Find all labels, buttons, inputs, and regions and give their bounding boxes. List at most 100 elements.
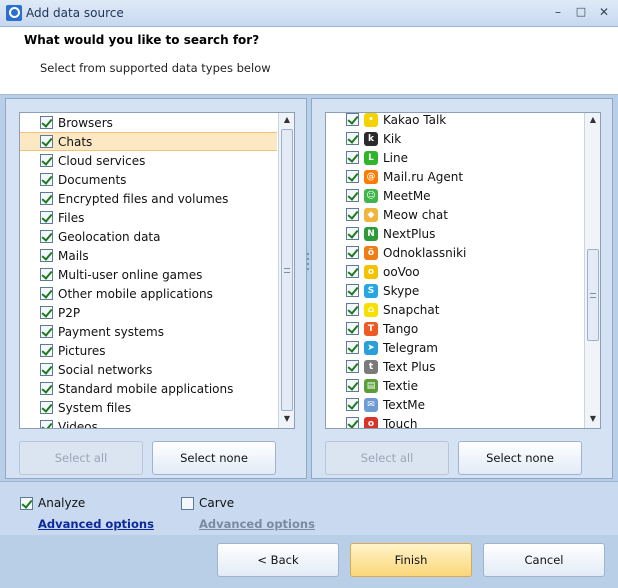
list-item[interactable]: o ooVoo — [326, 262, 583, 281]
item-checkbox[interactable] — [346, 284, 359, 297]
item-checkbox[interactable] — [40, 363, 53, 376]
list-item[interactable]: Videos — [20, 417, 277, 428]
list-item[interactable]: • Kakao Talk — [326, 113, 583, 129]
item-checkbox[interactable] — [346, 189, 359, 202]
tango-icon: T — [364, 321, 378, 336]
minimize-button[interactable]: – — [549, 4, 567, 20]
list-item[interactable]: N NextPlus — [326, 224, 583, 243]
list-item[interactable]: Mails — [20, 246, 277, 265]
applications-list[interactable]: o Touch ✉ TextMe ▤ Textie t Text Plus ➤ Telegram T… — [325, 112, 601, 429]
scroll-up-arrow-icon[interactable]: ▲ — [585, 113, 600, 127]
item-label: Multi-user online games — [58, 267, 203, 282]
list-item[interactable]: ✉ TextMe — [326, 395, 583, 414]
item-checkbox[interactable] — [346, 132, 359, 145]
cancel-button[interactable]: Cancel — [483, 543, 605, 577]
item-checkbox[interactable] — [346, 341, 359, 354]
maximize-button[interactable]: □ — [572, 4, 590, 20]
list-item[interactable]: P2P — [20, 303, 277, 322]
list-item[interactable]: ö Odnoklassniki — [326, 243, 583, 262]
item-checkbox[interactable] — [346, 265, 359, 278]
list-item[interactable]: ◆ Meow chat — [326, 205, 583, 224]
data-types-list[interactable]: Videos System files Standard mobile applic… — [19, 112, 295, 429]
list-item[interactable]: Multi-user online games — [20, 265, 277, 284]
select-all-apps-button[interactable]: Select all — [325, 441, 449, 475]
carve-label: Carve — [199, 496, 235, 510]
item-checkbox[interactable] — [346, 398, 359, 411]
item-checkbox[interactable] — [40, 173, 53, 186]
textme-icon: ✉ — [364, 397, 378, 412]
analyze-option[interactable]: Analyze — [20, 496, 85, 510]
list-item[interactable]: Chats — [20, 132, 277, 151]
item-checkbox[interactable] — [40, 382, 53, 395]
list-item[interactable]: S Skype — [326, 281, 583, 300]
list-item[interactable]: o Touch — [326, 414, 583, 428]
list-item[interactable]: Social networks — [20, 360, 277, 379]
select-none-apps-button[interactable]: Select none — [458, 441, 582, 475]
select-all-button[interactable]: Select all — [19, 441, 143, 475]
carve-checkbox[interactable] — [181, 496, 194, 510]
carve-option[interactable]: Carve — [181, 496, 234, 510]
list-item[interactable]: Geolocation data — [20, 227, 277, 246]
back-button[interactable]: < Back — [217, 543, 339, 577]
analyze-checkbox[interactable] — [20, 496, 33, 510]
list-item[interactable]: ➤ Telegram — [326, 338, 583, 357]
item-checkbox[interactable] — [40, 135, 53, 148]
list-item[interactable]: @ Mail.ru Agent — [326, 167, 583, 186]
item-checkbox[interactable] — [346, 113, 359, 126]
list-item[interactable]: Files — [20, 208, 277, 227]
item-checkbox[interactable] — [40, 325, 53, 338]
scroll-up-arrow-icon[interactable]: ▲ — [279, 113, 294, 127]
list-item[interactable]: Other mobile applications — [20, 284, 277, 303]
item-checkbox[interactable] — [346, 303, 359, 316]
item-checkbox[interactable] — [40, 268, 53, 281]
item-checkbox[interactable] — [40, 154, 53, 167]
scroll-thumb[interactable] — [587, 249, 599, 341]
advanced-options-analyze-link[interactable]: Advanced options — [38, 517, 154, 531]
item-checkbox[interactable] — [40, 230, 53, 243]
item-checkbox[interactable] — [40, 192, 53, 205]
item-checkbox[interactable] — [40, 344, 53, 357]
scroll-down-arrow-icon[interactable]: ▼ — [279, 412, 294, 426]
data-types-scrollbar[interactable]: ▲ ▼ — [278, 113, 294, 428]
item-checkbox[interactable] — [40, 420, 53, 428]
item-checkbox[interactable] — [40, 306, 53, 319]
item-label: Text Plus — [383, 359, 436, 374]
select-none-button[interactable]: Select none — [152, 441, 276, 475]
list-item[interactable]: ▤ Textie — [326, 376, 583, 395]
close-button[interactable]: ✕ — [595, 4, 613, 20]
scroll-thumb[interactable] — [281, 129, 293, 411]
applications-scrollbar[interactable]: ▲ ▼ — [584, 113, 600, 428]
item-checkbox[interactable] — [346, 322, 359, 335]
list-item[interactable]: k Kik — [326, 129, 583, 148]
list-item[interactable]: ⌂ Snapchat — [326, 300, 583, 319]
finish-button[interactable]: Finish — [350, 543, 472, 577]
list-item[interactable]: Payment systems — [20, 322, 277, 341]
scroll-down-arrow-icon[interactable]: ▼ — [585, 412, 600, 426]
list-item[interactable]: ☺ MeetMe — [326, 186, 583, 205]
item-checkbox[interactable] — [40, 249, 53, 262]
item-checkbox[interactable] — [346, 417, 359, 428]
list-item[interactable]: t Text Plus — [326, 357, 583, 376]
list-item[interactable]: L Line — [326, 148, 583, 167]
list-item[interactable]: System files — [20, 398, 277, 417]
item-checkbox[interactable] — [346, 246, 359, 259]
item-checkbox[interactable] — [346, 360, 359, 373]
item-checkbox[interactable] — [40, 211, 53, 224]
item-checkbox[interactable] — [40, 401, 53, 414]
list-item[interactable]: Encrypted files and volumes — [20, 189, 277, 208]
applications-panel: o Touch ✉ TextMe ▤ Textie t Text Plus ➤ Telegram T… — [311, 98, 613, 479]
item-checkbox[interactable] — [40, 287, 53, 300]
item-checkbox[interactable] — [346, 379, 359, 392]
item-checkbox[interactable] — [40, 116, 53, 129]
wizard-footer: < Back Finish Cancel — [0, 535, 618, 588]
list-item[interactable]: T Tango — [326, 319, 583, 338]
list-item[interactable]: Cloud services — [20, 151, 277, 170]
list-item[interactable]: Standard mobile applications — [20, 379, 277, 398]
item-checkbox[interactable] — [346, 170, 359, 183]
item-checkbox[interactable] — [346, 227, 359, 240]
item-checkbox[interactable] — [346, 151, 359, 164]
list-item[interactable]: Pictures — [20, 341, 277, 360]
item-checkbox[interactable] — [346, 208, 359, 221]
list-item[interactable]: Browsers — [20, 113, 277, 132]
list-item[interactable]: Documents — [20, 170, 277, 189]
